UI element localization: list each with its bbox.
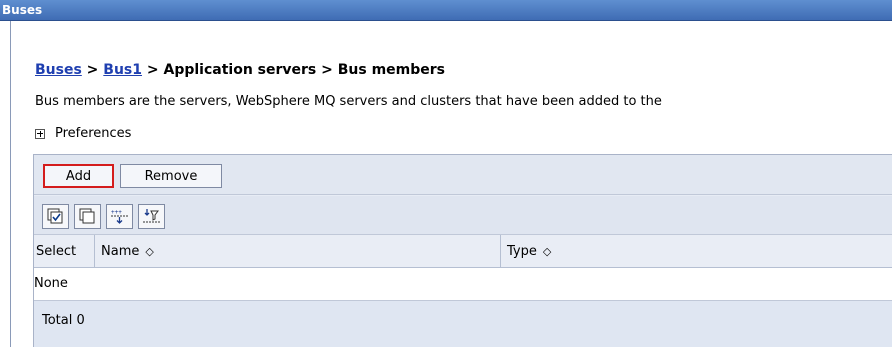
preferences-label[interactable]: Preferences bbox=[55, 126, 131, 141]
frame-border bbox=[10, 21, 11, 347]
column-header-select: Select bbox=[36, 244, 77, 259]
total-row: Total 0 bbox=[34, 301, 892, 347]
sort-icon[interactable]: ◇ bbox=[145, 245, 153, 258]
column-header-name[interactable]: Name ◇ bbox=[101, 244, 154, 259]
breadcrumb-link-bus1[interactable]: Bus1 bbox=[103, 62, 142, 78]
total-count: Total 0 bbox=[42, 313, 85, 328]
table-toolbar: +++ bbox=[34, 196, 892, 235]
select-all-icon[interactable] bbox=[42, 204, 69, 229]
empty-row: None bbox=[34, 268, 892, 301]
remove-button[interactable]: Remove bbox=[120, 164, 222, 188]
collection-table: Add Remove +++ Select Name ◇ Type ◇ None… bbox=[33, 154, 892, 347]
table-header-row: Select Name ◇ Type ◇ bbox=[34, 235, 892, 268]
window-title: Buses bbox=[2, 3, 43, 17]
window-title-bar: Buses bbox=[0, 0, 892, 21]
expand-plus-icon[interactable] bbox=[35, 128, 45, 139]
column-header-type[interactable]: Type ◇ bbox=[507, 244, 551, 259]
breadcrumb-current: > Application servers > Bus members bbox=[142, 62, 446, 78]
column-divider bbox=[94, 235, 95, 268]
deselect-all-icon[interactable] bbox=[74, 204, 101, 229]
empty-text: None bbox=[34, 276, 68, 291]
breadcrumb-separator: > bbox=[81, 62, 104, 78]
page-description: Bus members are the servers, WebSphere M… bbox=[35, 94, 662, 109]
preferences-toggle[interactable]: Preferences bbox=[35, 126, 131, 141]
sort-icon[interactable]: ◇ bbox=[543, 245, 551, 258]
clear-filter-icon[interactable] bbox=[138, 204, 165, 229]
breadcrumb-link-buses[interactable]: Buses bbox=[35, 62, 82, 78]
button-bar: Add Remove bbox=[34, 155, 892, 195]
add-button[interactable]: Add bbox=[43, 164, 114, 188]
show-filter-icon[interactable]: +++ bbox=[106, 204, 133, 229]
breadcrumb: Buses > Bus1 > Application servers > Bus… bbox=[35, 62, 445, 78]
svg-text:+++: +++ bbox=[111, 209, 122, 216]
column-divider bbox=[500, 235, 501, 268]
